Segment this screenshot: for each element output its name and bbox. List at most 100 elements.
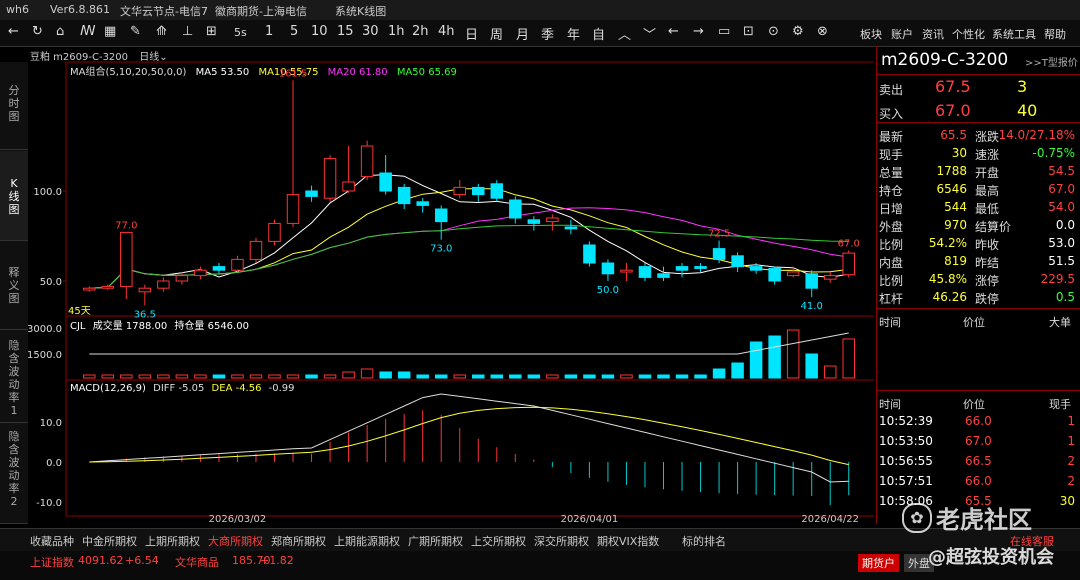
menu-sector[interactable]: 板块 — [860, 26, 882, 42]
watermark-text: 老虎社区 — [936, 506, 1032, 534]
layout-icon[interactable]: ⊞ — [206, 24, 217, 39]
menu-news[interactable]: 资讯 — [922, 26, 944, 42]
divider — [877, 74, 1080, 75]
indicator-icon[interactable]: ⟰ — [156, 24, 167, 39]
period-10[interactable]: 10 — [311, 24, 328, 39]
period-year[interactable]: 年 — [567, 24, 580, 43]
sell-price[interactable]: 67.5 — [935, 77, 971, 96]
period-2h[interactable]: 2h — [412, 24, 429, 39]
right-arrow-icon[interactable]: → — [693, 24, 704, 39]
tab-kline[interactable]: K线图 — [0, 151, 28, 241]
menu-tools[interactable]: 系统工具 — [992, 26, 1036, 42]
candle-body — [194, 269, 207, 277]
refresh-icon[interactable]: ↻ — [32, 24, 43, 39]
tab-iv1[interactable]: 隐含波动率1 — [0, 331, 28, 423]
market-tab[interactable]: 上期所期权 — [145, 533, 200, 549]
candle-body — [120, 231, 133, 287]
back-arrow-icon[interactable]: ← — [8, 24, 19, 39]
tab-timeshare[interactable]: 分时图 — [0, 62, 28, 150]
kline-chart-svg[interactable]: 100.050.0161.577.036.573.072.550.067.041… — [28, 46, 874, 524]
period-day[interactable]: 日 — [465, 24, 478, 43]
grid-icon[interactable]: ▦ — [104, 24, 116, 39]
period-quarter[interactable]: 季 — [541, 24, 554, 43]
search-icon[interactable]: ⊙ — [768, 24, 779, 39]
macd-dea: DEA -4.56 — [211, 383, 262, 394]
market-tab[interactable]: 标的排名 — [682, 533, 726, 549]
chart-area[interactable]: 豆粕 m2609-C-3200 日线⌄ MA组合(5,10,20,50,0,0)… — [28, 46, 874, 524]
settings-icon[interactable]: ⚙ — [792, 24, 804, 39]
left-arrow-icon[interactable]: ← — [668, 24, 679, 39]
tab-iv1-label: 隐含波动率1 — [8, 339, 20, 417]
period-1h[interactable]: 1h — [388, 24, 405, 39]
tab-iv2[interactable]: 隐含波动率2 — [0, 424, 28, 524]
volume-bar — [731, 362, 744, 379]
candle-body — [138, 287, 152, 293]
window-title: 系统K线图 — [335, 5, 387, 18]
volume-bar — [712, 368, 726, 379]
tab-explain[interactable]: 释义图 — [0, 242, 28, 330]
draw-icon[interactable]: ✎ — [130, 24, 141, 39]
candle-body — [453, 186, 466, 196]
period-custom[interactable]: 自 — [592, 24, 605, 43]
zoom-out-icon[interactable]: ﹀ — [643, 24, 656, 43]
price-annotation: 67.0 — [838, 238, 860, 249]
market-tab[interactable]: 郑商所期权 — [271, 533, 326, 549]
period-5[interactable]: 5 — [290, 24, 298, 39]
candle-body — [472, 186, 485, 196]
t-quote-link[interactable]: >>T型报价 — [1025, 54, 1078, 69]
price-annotation: 161.5 — [279, 68, 308, 79]
pin-icon[interactable]: ⊥ — [182, 24, 193, 39]
volume-bar — [805, 353, 818, 379]
volume-bar — [823, 365, 837, 379]
app-version: Ver6.8.861 — [50, 3, 110, 16]
volume-bar — [786, 329, 800, 379]
quote-symbol[interactable]: m2609-C-3200 — [881, 50, 1008, 70]
chart-icon[interactable]: ꟿ — [80, 24, 96, 39]
candle-body — [268, 222, 281, 242]
period-week[interactable]: 周 — [490, 24, 503, 43]
market-tab[interactable]: 中金所期权 — [82, 533, 137, 549]
candle-body — [749, 266, 763, 271]
buy-price[interactable]: 67.0 — [935, 101, 971, 120]
zoom-in-icon[interactable]: ︿ — [618, 24, 631, 43]
period-4h[interactable]: 4h — [438, 24, 455, 39]
period-month[interactable]: 月 — [516, 24, 529, 43]
quote-row-label: 最高 — [975, 184, 1000, 198]
trade-qty: 1 — [1067, 414, 1075, 428]
home-icon[interactable]: ⌂ — [56, 24, 64, 39]
candle-body — [434, 208, 448, 223]
futures-account-button[interactable]: 期货户 — [858, 554, 899, 572]
period-15[interactable]: 15 — [337, 24, 354, 39]
lock-icon[interactable]: ⊗ — [817, 24, 828, 39]
quote-row-label: 结算价 — [975, 220, 1012, 234]
volume-bar — [397, 371, 411, 379]
candle-body — [231, 258, 244, 271]
candle-body — [564, 226, 578, 230]
menu-account[interactable]: 账户 — [891, 26, 913, 42]
index1-name[interactable]: 上证指数 — [30, 554, 74, 570]
quote-row-value: 54.5 — [1048, 164, 1075, 178]
volume-bar — [472, 374, 485, 379]
market-tab[interactable]: 深交所期权 — [534, 533, 589, 549]
toolbar: ← ↻ ⌂ ꟿ ▦ ✎ ⟰ ⊥ ⊞ 5s 1 5 10 15 30 1h 2h … — [0, 20, 1080, 47]
market-tab[interactable]: 期权VIX指数 — [597, 533, 659, 549]
menu-help[interactable]: 帮助 — [1044, 26, 1066, 42]
volume-bar — [305, 374, 318, 379]
index2-name[interactable]: 文华商品 — [175, 554, 219, 570]
window-icon[interactable]: ▭ — [718, 24, 730, 39]
period-30[interactable]: 30 — [362, 24, 379, 39]
volume-bar — [194, 374, 207, 379]
menu-personalize[interactable]: 个性化 — [952, 26, 985, 42]
macd-tick-label: -10.0 — [36, 498, 62, 509]
market-tab[interactable]: 上期能源期权 — [334, 533, 400, 549]
split-icon[interactable]: ⊡ — [743, 24, 754, 39]
volume-legend: CJL 成交量 1788.00 持仓量 6546.00 — [70, 317, 249, 332]
market-tab[interactable]: 大商所期权 — [208, 533, 263, 549]
price-annotation: 41.0 — [801, 301, 823, 312]
period-1[interactable]: 1 — [265, 24, 273, 39]
market-tab[interactable]: 上交所期权 — [471, 533, 526, 549]
candle-body — [620, 269, 633, 273]
market-tab[interactable]: 收藏品种 — [30, 533, 74, 549]
period-5s[interactable]: 5s — [234, 26, 247, 39]
market-tab[interactable]: 广期所期权 — [408, 533, 463, 549]
